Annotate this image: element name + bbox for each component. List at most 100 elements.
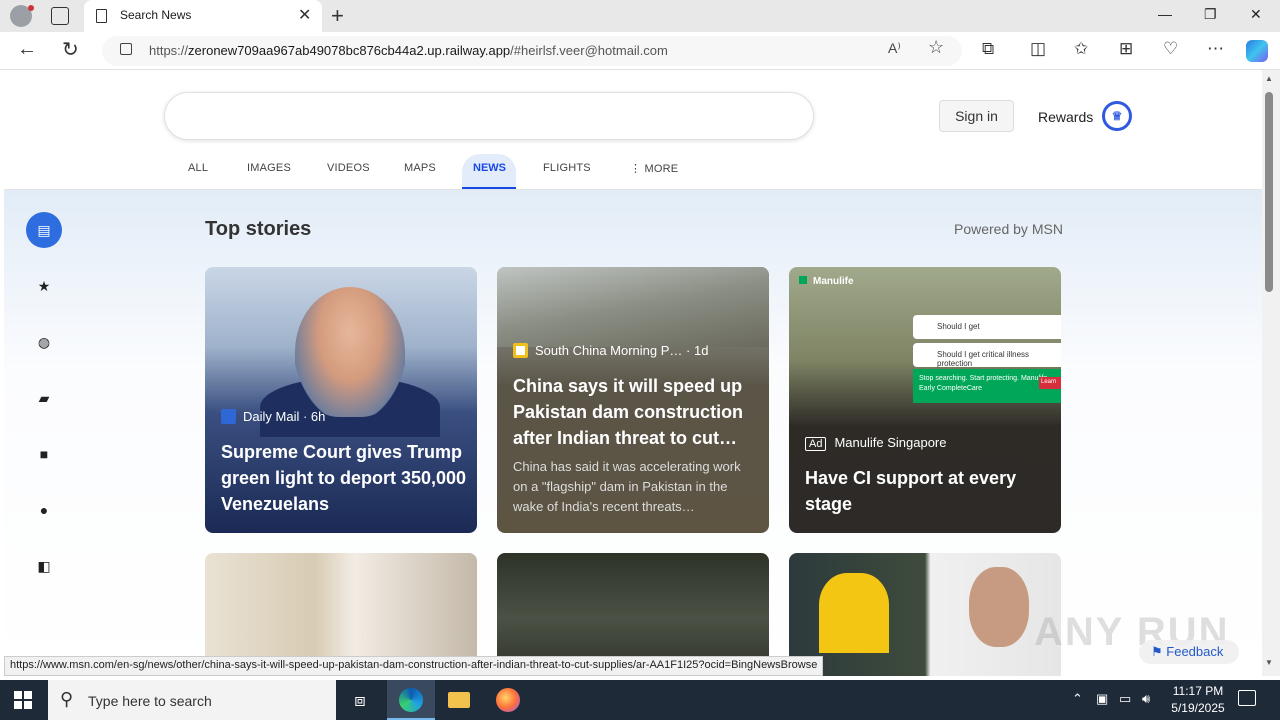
new-tab-button[interactable]: +: [331, 3, 344, 29]
card-image: [497, 267, 769, 347]
source-name: South China Morning P…: [535, 343, 683, 358]
tab-more[interactable]: ⋮ MORE: [630, 162, 678, 175]
manulife-logo-icon: [799, 276, 807, 284]
copilot-icon[interactable]: [1246, 40, 1268, 62]
card-description: China has said it was accelerating work …: [513, 459, 741, 514]
url-text[interactable]: https://zeronew709aa967ab49078bc876cb44a…: [149, 43, 668, 58]
split-screen-icon[interactable]: ◫: [1030, 39, 1046, 59]
url-prefix: https://: [149, 43, 189, 58]
tray-device-icon[interactable]: ▣: [1096, 691, 1108, 707]
volume-icon[interactable]: 🔊︎: [1142, 691, 1150, 707]
profile-notification-dot: [28, 5, 34, 11]
notification-center-icon[interactable]: [1238, 690, 1256, 706]
clock-date[interactable]: 5/19/2025: [1166, 701, 1230, 715]
taskbar-edge[interactable]: [387, 680, 435, 720]
minimize-button[interactable]: —: [1158, 6, 1172, 22]
globe-icon[interactable]: ◍: [26, 324, 62, 360]
search-icon: ⚲: [60, 689, 74, 709]
news-card[interactable]: Daily Mail · 6h Supreme Court gives Trum…: [205, 267, 477, 533]
web-page: Sign in Rewards ♕ ALL IMAGES VIDEOS MAPS…: [4, 70, 1262, 676]
scroll-down-icon[interactable]: ▼: [1265, 658, 1273, 667]
ad-badge: Ad: [805, 437, 827, 451]
tab-close-icon[interactable]: ✕: [298, 5, 311, 25]
tab-news-label: NEWS: [473, 162, 506, 174]
sign-in-button[interactable]: Sign in: [939, 100, 1014, 132]
section-heading: Top stories: [205, 218, 312, 240]
taskbar-firefox[interactable]: [484, 680, 532, 720]
reload-icon[interactable]: ↻: [62, 37, 79, 62]
ad-cta: Learn: [1039, 377, 1061, 389]
taskbar-search-box[interactable]: ⚲ Type here to search: [48, 680, 336, 720]
browser-tab[interactable]: Search News ✕: [84, 0, 322, 32]
briefcase-icon[interactable]: ■: [26, 436, 62, 472]
tech-icon[interactable]: ◧: [26, 548, 62, 584]
ad-search-line: Should I get: [913, 315, 1061, 339]
status-url-tooltip: https://www.msn.com/en-sg/news/other/chi…: [4, 656, 824, 676]
more-menu-icon[interactable]: ⋯: [1207, 39, 1224, 59]
rewards-trophy-icon[interactable]: ♕: [1102, 101, 1132, 131]
restore-button[interactable]: ❐: [1204, 6, 1217, 23]
card-image-subject: [295, 287, 405, 417]
url-host: zeronew709aa967ab49078bc876cb44a2.up.rai…: [188, 43, 511, 58]
lock-icon[interactable]: [120, 43, 132, 55]
news-icon[interactable]: ▤: [26, 212, 62, 248]
card-image-subject: [819, 573, 889, 653]
read-aloud-icon[interactable]: A⁾: [888, 40, 901, 57]
search-input[interactable]: [164, 92, 814, 140]
back-arrow-icon[interactable]: ←: [17, 38, 37, 61]
tab-flights[interactable]: FLIGHTS: [543, 162, 591, 174]
star-icon[interactable]: ★: [26, 268, 62, 304]
tab-all[interactable]: ALL: [188, 162, 208, 174]
windows-taskbar: ⚲ Type here to search ⧈ ⌃ ▣ ▭ 🔊︎ 11:17 P…: [0, 680, 1280, 720]
tab-videos[interactable]: VIDEOS: [327, 162, 370, 174]
tab-title: Search News: [120, 8, 192, 22]
card-image-subject: [969, 567, 1029, 647]
card-title[interactable]: Have CI support at every stage: [805, 465, 1051, 517]
scroll-thumb[interactable]: [1265, 92, 1273, 292]
page-scrollbar[interactable]: ▲ ▼: [1262, 70, 1280, 676]
card-title[interactable]: Supreme Court gives Trump green light to…: [221, 439, 467, 517]
firefox-icon: [496, 688, 520, 712]
sports-ball-icon[interactable]: ●: [26, 492, 62, 528]
news-area: ▤ ★ ◍ ▰ ■ ● ◧ Top stories Powered by MSN…: [4, 190, 1262, 676]
daily-mail-logo-icon: [221, 409, 236, 424]
tab-news[interactable]: NEWS: [462, 154, 516, 190]
clapperboard-icon[interactable]: ▰: [26, 380, 62, 416]
clock-time[interactable]: 11:17 PM: [1170, 684, 1226, 698]
close-window-button[interactable]: ✕: [1250, 6, 1262, 23]
tab-maps[interactable]: MAPS: [404, 162, 436, 174]
card-source: Ad Manulife Singapore: [805, 435, 947, 451]
card-source: South China Morning P… · 1d: [513, 343, 708, 358]
feedback-label: Feedback: [1166, 644, 1224, 659]
tab-images[interactable]: IMAGES: [247, 162, 291, 174]
tray-chevron-up-icon[interactable]: ⌃: [1072, 691, 1083, 707]
url-hash: /#heirlsf.veer@hotmail.com: [510, 43, 668, 58]
folder-icon: [448, 692, 470, 708]
card-source: Daily Mail · 6h: [221, 409, 325, 424]
scroll-up-icon[interactable]: ▲: [1265, 74, 1273, 83]
tab-actions-icon[interactable]: [51, 7, 69, 25]
favorite-star-icon[interactable]: ☆: [928, 37, 944, 58]
browser-essentials-icon[interactable]: ♡: [1163, 39, 1178, 59]
extensions-icon[interactable]: ⧉: [982, 39, 994, 59]
ad-brand: Manulife: [799, 276, 854, 287]
network-icon[interactable]: ▭: [1119, 691, 1131, 707]
taskbar-file-explorer[interactable]: [435, 680, 483, 720]
favorites-icon[interactable]: ✩: [1074, 39, 1088, 59]
feedback-button[interactable]: ⚑ Feedback: [1139, 640, 1239, 664]
card-title[interactable]: China says it will speed up Pakistan dam…: [513, 373, 759, 451]
page-icon: [96, 9, 107, 23]
task-view-icon[interactable]: ⧈: [336, 680, 384, 720]
collections-icon[interactable]: ⊞: [1119, 39, 1133, 59]
ad-card[interactable]: Manulife Should I get Should I get criti…: [789, 267, 1061, 533]
windows-start-icon[interactable]: [14, 691, 32, 709]
rewards-label[interactable]: Rewards: [1038, 109, 1093, 125]
news-card[interactable]: [789, 553, 1061, 676]
edge-icon: [399, 688, 423, 712]
address-bar[interactable]: https://zeronew709aa967ab49078bc876cb44a…: [102, 36, 962, 66]
article-age: · 1d: [686, 343, 709, 358]
source-name: Daily Mail: [243, 409, 300, 424]
article-age: · 6h: [302, 409, 326, 424]
news-card[interactable]: South China Morning P… · 1d China says i…: [497, 267, 769, 533]
browser-title-bar: Search News ✕ + — ❐ ✕: [0, 0, 1280, 32]
